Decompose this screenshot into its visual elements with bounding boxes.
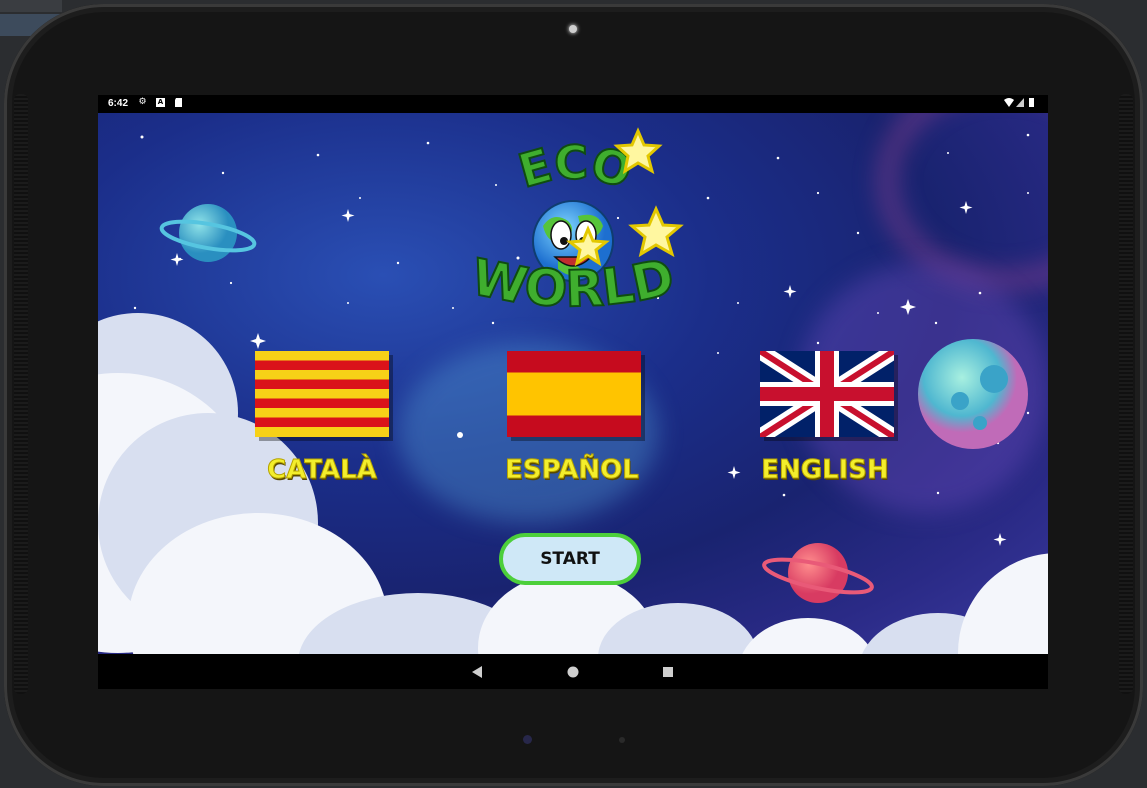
language-label-english[interactable]: ENGLISH [725,455,925,486]
front-camera [569,25,577,33]
battery-icon [1029,98,1034,107]
status-bar: 6:42 ⚙ A [98,95,1048,113]
planet-teal [159,204,257,262]
language-label-catala[interactable]: CATALÀ [222,455,422,486]
home-icon[interactable] [566,665,580,679]
spain-flag-button[interactable] [507,351,641,437]
sensor [523,735,532,744]
ide-tab [0,0,62,12]
uk-flag-button[interactable] [760,351,894,437]
settings-icon: ⚙ [138,97,147,107]
start-button[interactable]: START [499,533,641,585]
eco-world-logo: ECO WORLD [466,127,684,319]
planet-red [762,543,874,603]
sd-card-icon [174,98,183,107]
language-select-screen: ECO WORLD CATALÀ ESPAÑOL ENGLISH START [98,113,1048,654]
back-icon[interactable] [470,665,484,679]
speaker-grille-left [14,94,28,694]
wifi-icon [1004,98,1014,107]
language-label-espanol[interactable]: ESPAÑOL [472,455,672,486]
navigation-bar [98,654,1048,689]
signal-icon [1015,98,1024,107]
speaker-grille-right [1119,94,1133,694]
recents-icon[interactable] [661,665,675,679]
catalonia-flag-button[interactable] [255,351,389,437]
planet-moon [918,339,1028,449]
sensor [619,737,625,743]
status-time: 6:42 [108,98,129,109]
a-notification-icon: A [156,98,165,107]
device-screen: 6:42 ⚙ A ECO WORLD CATALÀ ESPAÑOL ENGLIS… [98,95,1048,689]
